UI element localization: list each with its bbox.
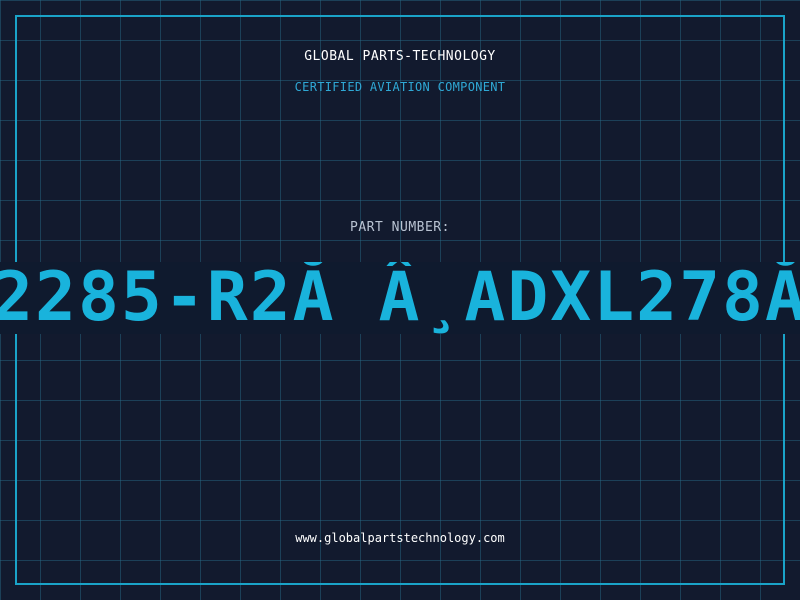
part-number-label: PART NUMBER: — [350, 220, 450, 235]
website-url: www.globalpartstechnology.com — [295, 531, 505, 545]
company-name: GLOBAL PARTS-TECHNOLOGY — [304, 49, 496, 64]
part-number-value: 2285-R2Ă Â¸ADXL278Ă — [0, 262, 800, 334]
part-number-band: 2285-R2Ă Â¸ADXL278Ă — [0, 262, 800, 334]
certification-tagline: CERTIFIED AVIATION COMPONENT — [294, 80, 506, 94]
